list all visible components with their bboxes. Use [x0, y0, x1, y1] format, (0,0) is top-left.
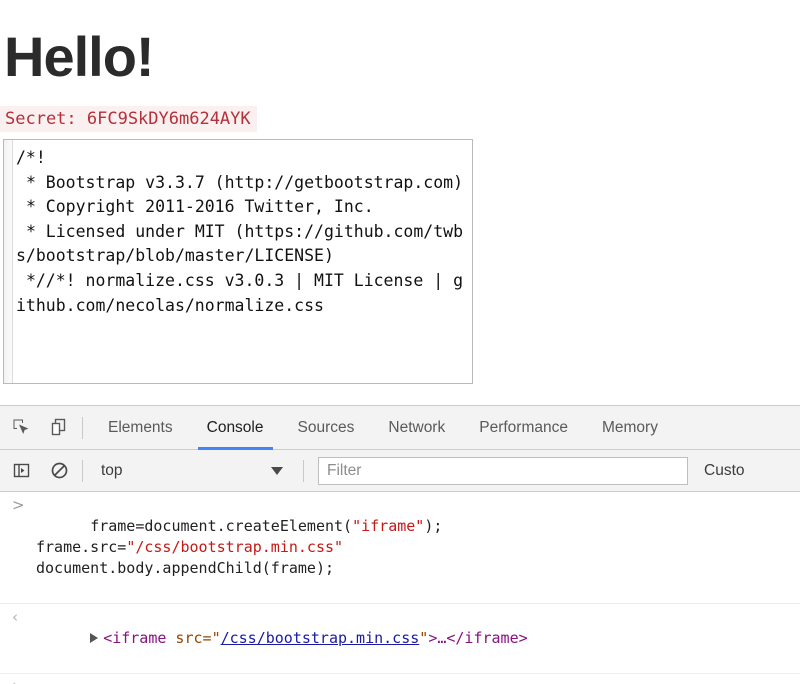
tab-network[interactable]: Network	[371, 406, 462, 450]
output-arrow-icon: ‹	[12, 607, 30, 628]
tab-label: Elements	[108, 419, 173, 437]
expand-triangle-icon[interactable]	[90, 633, 98, 643]
tab-console[interactable]: Console	[190, 406, 281, 450]
tab-elements[interactable]: Elements	[91, 406, 190, 450]
chevron-down-icon	[271, 467, 283, 475]
tab-memory[interactable]: Memory	[585, 406, 675, 450]
tab-label: Performance	[479, 419, 568, 437]
code-segment-quote: "	[212, 629, 221, 647]
code-segment-string: "/css/bootstrap.min.css"	[126, 538, 343, 556]
filterbar-divider	[82, 460, 83, 482]
iframe-src-link[interactable]: /css/bootstrap.min.css	[221, 629, 420, 647]
device-toolbar-icon[interactable]	[42, 411, 76, 445]
injected-iframe[interactable]: /*! * Bootstrap v3.3.7 (http://getbootst…	[3, 139, 473, 384]
code-segment-tag-close: >…</iframe>	[428, 629, 527, 647]
console-input-row-2[interactable]: >window.frames[0].document.head.innerHTM…	[0, 674, 800, 684]
console-message-list[interactable]: >frame=document.createElement("iframe");…	[0, 492, 800, 684]
filterbar-divider-2	[303, 460, 304, 482]
code-segment-tag: <iframe	[103, 629, 166, 647]
tab-sources[interactable]: Sources	[281, 406, 372, 450]
tab-performance[interactable]: Performance	[462, 406, 585, 450]
iframe-css-content: /*! * Bootstrap v3.3.7 (http://getbootst…	[16, 146, 466, 318]
devtools-panel: Elements Console Sources Network Perform…	[0, 405, 800, 684]
secret-text: Secret: 6FC9SkDY6m624AYK	[0, 106, 257, 132]
execution-context-label: top	[101, 462, 123, 480]
clear-console-icon[interactable]	[42, 454, 76, 488]
console-sidebar-icon[interactable]	[4, 454, 38, 488]
input-arrow-icon: >	[12, 677, 30, 684]
console-filter-toolbar: top Custo	[0, 450, 800, 492]
input-arrow-icon: >	[12, 495, 30, 516]
iframe-scrollbar[interactable]	[4, 140, 13, 383]
code-segment: frame=document.createElement(	[90, 517, 352, 535]
tab-label: Sources	[298, 419, 355, 437]
code-segment: document.body.appendChild(frame);	[36, 559, 334, 577]
console-output-row[interactable]: ‹<iframe src="/css/bootstrap.min.css">…<…	[0, 604, 800, 674]
code-segment-string: "iframe"	[352, 517, 424, 535]
log-levels-selector[interactable]: Custo	[704, 462, 745, 480]
console-input-row[interactable]: >frame=document.createElement("iframe");…	[0, 492, 800, 604]
code-segment-quote-close: "	[419, 629, 428, 647]
tab-label: Network	[388, 419, 445, 437]
filter-input[interactable]	[318, 457, 688, 485]
devtools-tabstrip: Elements Console Sources Network Perform…	[0, 406, 800, 450]
inspect-element-icon[interactable]	[4, 411, 38, 445]
toolbar-divider	[82, 417, 83, 439]
execution-context-selector[interactable]: top	[91, 458, 297, 484]
code-segment-attr: src=	[166, 629, 211, 647]
tab-label: Console	[207, 419, 264, 437]
tab-label: Memory	[602, 419, 658, 437]
page-title: Hello!	[0, 26, 154, 88]
web-page-viewport: Hello! Secret: 6FC9SkDY6m624AYK /*! * Bo…	[0, 0, 800, 405]
